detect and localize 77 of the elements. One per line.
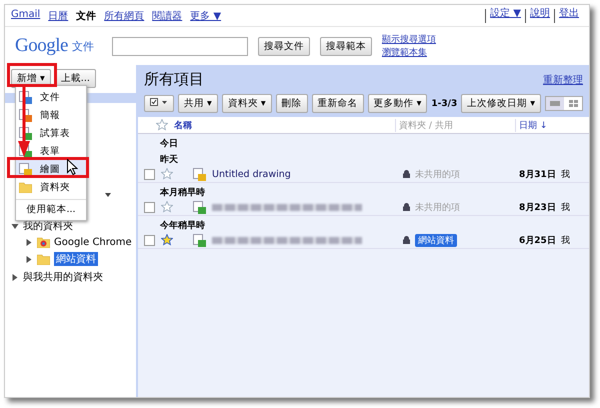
group-label: 本月稍早時 <box>159 186 206 199</box>
checkbox[interactable] <box>144 234 155 246</box>
cursor-icon <box>67 159 78 175</box>
tree-item[interactable]: 網站資料 <box>54 252 98 266</box>
toolbar-button[interactable]: 資料夾 ▾ <box>222 94 272 113</box>
item-count: 1-3/3 <box>431 98 458 108</box>
product-name: 文件 <box>72 38 94 54</box>
folder-icon <box>19 182 32 192</box>
checkbox-caret-icon <box>150 98 168 106</box>
star-icon[interactable] <box>161 201 173 213</box>
group-label: 今年稍早時 <box>159 219 206 232</box>
sharing-status: 未共用的項 <box>415 202 460 214</box>
star-icon[interactable] <box>161 168 173 180</box>
tree-item[interactable]: 我的資料夾 <box>23 219 73 233</box>
tree-item[interactable]: Google Chrome <box>54 237 132 248</box>
star-icon[interactable] <box>161 234 173 246</box>
expand-icon[interactable] <box>25 239 33 246</box>
form-icon <box>193 234 206 246</box>
toolbar-button[interactable]: 共用 ▾ <box>178 94 218 113</box>
date-text: 8月31日 <box>519 168 556 180</box>
select-dropdown[interactable] <box>144 95 174 112</box>
owner-text: 我 <box>560 202 570 214</box>
lock-icon <box>403 170 410 178</box>
search-link[interactable]: 瀏覽範本集 <box>382 46 436 59</box>
owner-text: 我 <box>560 168 570 180</box>
form-icon <box>193 200 206 214</box>
nav-link[interactable]: 設定 ▼ <box>485 9 525 23</box>
caret-icon[interactable] <box>105 193 111 197</box>
toolbar-button[interactable]: 重新命名 <box>312 94 364 113</box>
logo: Google <box>15 35 68 57</box>
owner-text: 我 <box>560 234 570 246</box>
sharing-status: 未共用的項 <box>415 168 460 180</box>
group-label: 昨天 <box>159 154 179 166</box>
expand-icon[interactable] <box>11 274 19 280</box>
date-text: 6月25日 <box>519 234 556 246</box>
highlight-frame <box>7 63 57 87</box>
checkbox[interactable] <box>144 168 155 180</box>
expand-icon[interactable] <box>25 256 33 262</box>
nav-link[interactable]: Gmail <box>11 9 40 23</box>
drawing-icon <box>19 162 32 176</box>
nav-link[interactable]: 所有網頁 <box>104 9 144 23</box>
sort-dropdown[interactable]: 上次修改日期 ▾ <box>461 94 541 113</box>
nav-link[interactable]: 日曆 <box>48 9 68 23</box>
search-button[interactable]: 搜尋文件 <box>258 36 310 56</box>
date-text: 8月23日 <box>519 202 556 214</box>
page-title: 所有項目 <box>144 70 204 89</box>
nav-link[interactable]: 閱讀器 <box>152 9 182 23</box>
search-link[interactable]: 顯示搜尋選項 <box>382 33 436 46</box>
drawing-icon <box>193 168 206 180</box>
search-field[interactable] <box>112 36 248 56</box>
menu-item[interactable]: 使用範本... <box>16 199 86 218</box>
list-view-icon <box>550 101 560 106</box>
nav-link[interactable]: 登出 <box>554 9 583 23</box>
folder-icon <box>37 254 50 264</box>
document-title[interactable]: Untitled drawing <box>212 168 291 180</box>
nav-link[interactable]: 文件 <box>76 9 96 23</box>
star-icon[interactable] <box>156 119 168 131</box>
collapse-icon[interactable] <box>11 222 19 230</box>
nav-link[interactable]: 說明 <box>525 9 554 23</box>
tree-item[interactable]: 與我共用的資料夾 <box>23 270 103 284</box>
column-header[interactable]: 名稱 <box>174 118 389 132</box>
column-header[interactable]: 日期 ↓ <box>515 118 589 132</box>
refresh-link[interactable]: 重新整理 <box>543 72 583 86</box>
grid-view-icon <box>568 100 578 107</box>
nav-link[interactable]: 更多 ▼ <box>190 9 222 23</box>
folder-tag[interactable]: 網站資料 <box>415 234 457 246</box>
toolbar-button[interactable]: 刪除 <box>276 94 308 113</box>
view-button[interactable] <box>546 97 564 110</box>
menu-item[interactable]: 資料夾 <box>16 178 86 196</box>
lock-icon <box>403 203 410 211</box>
folder-icon <box>37 237 50 248</box>
checkbox[interactable] <box>144 202 155 212</box>
toolbar-button[interactable]: 更多動作 ▾ <box>368 94 428 113</box>
search-button[interactable]: 搜尋範本 <box>320 36 372 56</box>
arrow-annotation <box>18 85 30 157</box>
lock-icon <box>403 236 410 244</box>
group-label: 今日 <box>159 138 179 150</box>
